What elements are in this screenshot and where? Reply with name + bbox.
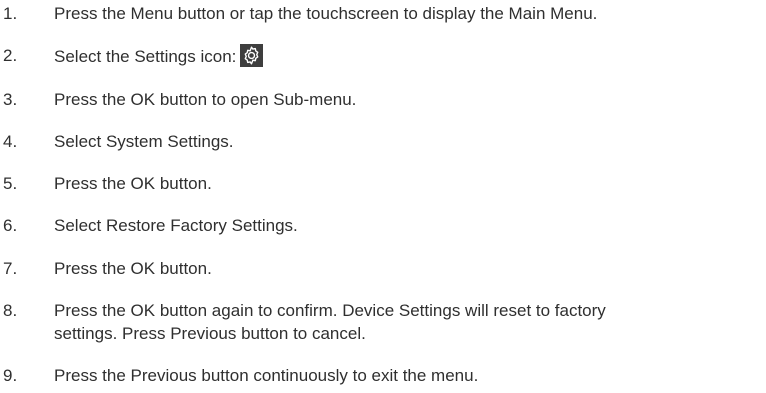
step-number: 3. (3, 90, 18, 109)
step-text-line: settings. Press Previous button to cance… (54, 324, 366, 343)
step-text-label: Select the Settings icon: (54, 47, 237, 66)
step-text: Select the Settings icon: (54, 44, 760, 68)
step-text: Press the Previous button continuously t… (54, 366, 479, 385)
step-number: 9. (3, 366, 18, 385)
step-text: Select Restore Factory Settings. (54, 216, 298, 235)
step-number: 6. (3, 216, 18, 235)
step-text: Press the Menu button or tap the touchsc… (54, 4, 598, 23)
step-text: Press the OK button to open Sub-menu. (54, 90, 357, 109)
step-number: 5. (3, 174, 18, 193)
step-number: 7. (3, 259, 18, 278)
step-number: 4. (3, 132, 18, 151)
step-number: 8. (3, 301, 18, 320)
step-number: 2. (3, 46, 18, 65)
step-text-line: Press the OK button again to confirm. De… (54, 301, 606, 320)
step-text: Press the OK button. (54, 174, 212, 193)
step-number: 1. (3, 4, 18, 23)
step-text: Press the OK button again to confirm. De… (54, 299, 760, 345)
step-text: Press the OK button. (54, 259, 212, 278)
gear-icon (240, 44, 264, 67)
step-text: Select System Settings. (54, 132, 234, 151)
